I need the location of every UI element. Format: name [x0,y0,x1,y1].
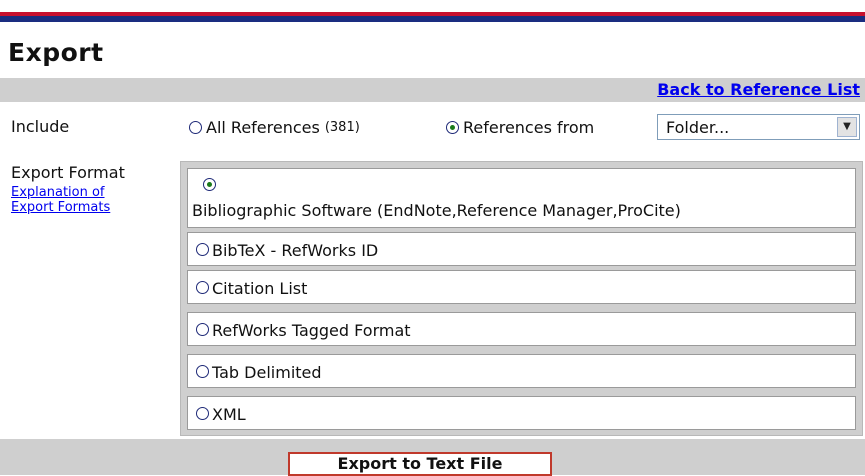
export-format-options: Bibliographic Software (EndNote,Referenc… [180,161,863,436]
format-label-tab-delimited: Tab Delimited [212,363,322,382]
format-label-citation-list: Citation List [212,279,308,298]
folder-select[interactable]: Folder... ▼ [657,114,860,140]
explanation-link-line1[interactable]: Explanation of [11,185,105,200]
references-from-radio[interactable] [446,121,459,134]
format-option-tab-delimited[interactable]: Tab Delimited [187,354,856,388]
back-bar: Back to Reference List [0,78,865,102]
back-to-reference-list-link[interactable]: Back to Reference List [657,80,860,99]
all-references-label: All References [206,118,320,137]
all-references-radio[interactable] [189,121,202,134]
references-from-label: References from [463,118,595,137]
folder-select-value: Folder... [666,118,730,137]
include-all-references-option[interactable]: All References (381) [189,118,360,137]
top-banner [0,0,865,30]
format-label-bibliographic: Bibliographic Software (EndNote,Referenc… [192,201,681,220]
format-option-refworks-tagged[interactable]: RefWorks Tagged Format [187,312,856,346]
format-radio-xml[interactable] [196,407,209,420]
export-format-label: Export Format [11,163,125,182]
explanation-link-line2[interactable]: Export Formats [11,200,110,215]
format-radio-tab-delimited[interactable] [196,365,209,378]
format-option-bibliographic[interactable]: Bibliographic Software (EndNote,Referenc… [187,168,856,228]
format-radio-bibtex[interactable] [196,243,209,256]
page-title: Export [8,38,104,67]
format-option-bibtex[interactable]: BibTeX - RefWorks ID [187,232,856,266]
banner-blue-stripe [0,16,865,22]
all-references-count: (381) [324,120,360,135]
format-option-citation-list[interactable]: Citation List [187,270,856,304]
chevron-down-icon[interactable]: ▼ [837,117,857,137]
format-radio-refworks-tagged[interactable] [196,323,209,336]
export-to-text-file-button[interactable]: Export to Text File [288,452,552,476]
format-label-refworks-tagged: RefWorks Tagged Format [212,321,411,340]
format-radio-citation-list[interactable] [196,281,209,294]
include-references-from-option[interactable]: References from [446,118,594,137]
format-option-xml[interactable]: XML [187,396,856,430]
format-label-bibtex: BibTeX - RefWorks ID [212,241,379,260]
format-radio-bibliographic[interactable] [203,178,216,191]
format-label-xml: XML [212,405,246,424]
include-label: Include [11,117,70,136]
